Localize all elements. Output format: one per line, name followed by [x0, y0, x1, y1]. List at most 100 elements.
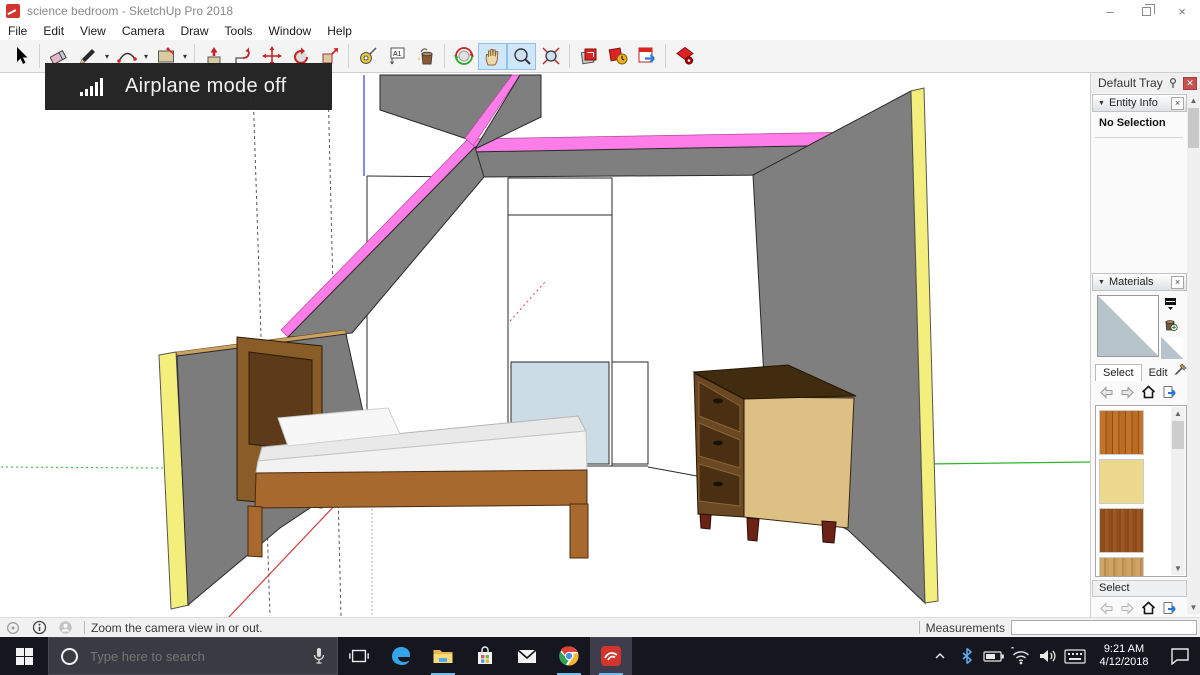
- material-swatch-wood-mahogany[interactable]: [1099, 508, 1144, 553]
- materials-header[interactable]: ▼ Materials ×: [1092, 273, 1187, 291]
- select-arrow-icon: [10, 45, 32, 67]
- materials-close-button[interactable]: ×: [1171, 276, 1184, 289]
- menu-draw[interactable]: Draw: [173, 23, 217, 39]
- drawer-handle-3: [713, 482, 723, 487]
- tool-3d-warehouse[interactable]: [574, 43, 603, 70]
- tool-zoom-extents[interactable]: [536, 43, 565, 70]
- line-dropdown-icon[interactable]: ▾: [102, 52, 112, 61]
- tab-edit[interactable]: Edit: [1142, 365, 1175, 381]
- chrome-icon: [557, 644, 581, 668]
- axis-green-solid: [925, 462, 1090, 464]
- scroll-down-icon[interactable]: ▼: [1171, 562, 1185, 575]
- model-viewport[interactable]: [0, 73, 1090, 617]
- battery-icon: [983, 649, 1005, 663]
- material-swatch-wood-cherry[interactable]: [1099, 410, 1144, 455]
- volume-button[interactable]: [1034, 637, 1061, 675]
- home-icon[interactable]: [1141, 385, 1156, 399]
- wifi-button[interactable]: *: [1007, 637, 1034, 675]
- measurements-input[interactable]: [1011, 620, 1197, 635]
- search-input[interactable]: [88, 648, 311, 665]
- scroll-thumb[interactable]: [1172, 421, 1184, 449]
- home-icon[interactable]: [1141, 601, 1156, 615]
- menu-camera[interactable]: Camera: [114, 23, 173, 39]
- bluetooth-button[interactable]: [953, 637, 980, 675]
- taskbar-chrome[interactable]: [548, 637, 590, 675]
- taskbar-file-explorer[interactable]: [422, 637, 464, 675]
- action-center-button[interactable]: [1160, 637, 1200, 675]
- secondary-pane-button[interactable]: [1161, 295, 1179, 313]
- tool-pan[interactable]: [478, 43, 507, 70]
- microphone-icon[interactable]: [311, 646, 327, 666]
- battery-button[interactable]: [980, 637, 1007, 675]
- entity-info-title: Entity Info: [1109, 97, 1158, 109]
- minimize-button[interactable]: –: [1092, 0, 1128, 22]
- sign-in-button[interactable]: [52, 620, 78, 635]
- tab-select[interactable]: Select: [1095, 364, 1142, 381]
- entity-info-header[interactable]: ▼ Entity Info ×: [1092, 94, 1187, 112]
- geolocation-button[interactable]: [0, 621, 26, 635]
- shapes-dropdown-icon[interactable]: ▾: [180, 52, 190, 61]
- tool-text[interactable]: A1: [382, 43, 411, 70]
- task-view-icon: [348, 645, 370, 667]
- zoom-icon: [511, 45, 533, 67]
- menu-edit[interactable]: Edit: [35, 23, 72, 39]
- menu-file[interactable]: File: [0, 23, 35, 39]
- menu-window[interactable]: Window: [261, 23, 320, 39]
- details-icon[interactable]: [1162, 601, 1177, 615]
- menu-view[interactable]: View: [72, 23, 114, 39]
- taskbar-clock[interactable]: 9:21 AM 4/12/2018: [1092, 643, 1156, 669]
- forward-arrow-icon[interactable]: [1120, 386, 1135, 399]
- dresser[interactable]: [694, 365, 856, 543]
- menu-help[interactable]: Help: [319, 23, 360, 39]
- tray-expand-button[interactable]: [926, 637, 953, 675]
- taskbar-store[interactable]: [464, 637, 506, 675]
- tray-close-button[interactable]: ✕: [1183, 77, 1197, 90]
- menu-tools[interactable]: Tools: [217, 23, 261, 39]
- scroll-up-icon[interactable]: ▲: [1187, 94, 1200, 107]
- taskbar-edge[interactable]: [380, 637, 422, 675]
- task-view-button[interactable]: [338, 637, 380, 675]
- back-arrow-icon[interactable]: [1099, 602, 1114, 615]
- restore-button[interactable]: [1128, 0, 1164, 22]
- tool-extension-warehouse[interactable]: [670, 43, 699, 70]
- material-swatch-wood-yellow[interactable]: [1099, 459, 1144, 504]
- tool-zoom[interactable]: [507, 43, 536, 70]
- forward-arrow-icon[interactable]: [1120, 602, 1135, 615]
- scroll-up-icon[interactable]: ▲: [1171, 407, 1185, 420]
- close-button[interactable]: ×: [1164, 0, 1200, 22]
- tool-share-component[interactable]: [632, 43, 661, 70]
- tool-tape-measure[interactable]: [353, 43, 382, 70]
- details-icon[interactable]: [1162, 385, 1177, 399]
- materials-scrollbar[interactable]: ▲ ▼: [1171, 407, 1185, 575]
- window-title: science bedroom - SketchUp Pro 2018: [27, 4, 233, 18]
- sketchup-icon: [599, 644, 623, 668]
- entity-info-close-button[interactable]: ×: [1171, 97, 1184, 110]
- store-icon: [473, 644, 497, 668]
- scroll-thumb[interactable]: [1188, 108, 1199, 148]
- scroll-down-icon[interactable]: ▼: [1187, 601, 1200, 614]
- materials-title: Materials: [1109, 276, 1154, 288]
- material-swatch-wood-light[interactable]: [1099, 557, 1144, 577]
- tool-select[interactable]: [6, 43, 35, 70]
- edge-icon: [389, 644, 413, 668]
- zoom-extents-icon: [540, 45, 562, 67]
- scene-svg: [0, 73, 1090, 617]
- tool-share-model[interactable]: [603, 43, 632, 70]
- sloped-rafter[interactable]: [281, 140, 484, 337]
- share-model-icon: [607, 45, 629, 67]
- tray-scrollbar[interactable]: ▲ ▼: [1187, 94, 1200, 614]
- create-material-button[interactable]: [1161, 315, 1179, 333]
- taskbar-search[interactable]: [48, 637, 338, 675]
- tool-orbit[interactable]: [449, 43, 478, 70]
- credits-button[interactable]: [26, 620, 52, 635]
- touch-keyboard-button[interactable]: [1061, 637, 1088, 675]
- arc-dropdown-icon[interactable]: ▾: [141, 52, 151, 61]
- sketchup-window: science bedroom - SketchUp Pro 2018 – × …: [0, 0, 1200, 675]
- taskbar-mail[interactable]: [506, 637, 548, 675]
- start-button[interactable]: [0, 637, 48, 675]
- back-arrow-icon[interactable]: [1099, 386, 1114, 399]
- tool-paint-bucket[interactable]: [411, 43, 440, 70]
- pin-icon[interactable]: [1168, 77, 1180, 89]
- window-side-panel: [612, 362, 648, 464]
- taskbar-sketchup[interactable]: [590, 637, 632, 675]
